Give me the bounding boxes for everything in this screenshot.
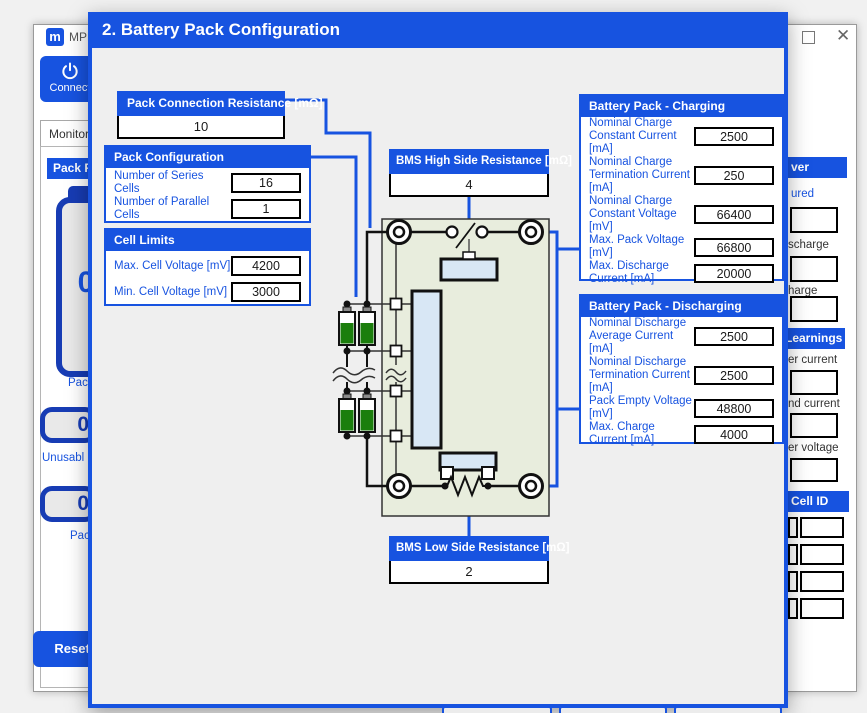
bms-high-side-header: BMS High Side Resistance [mΩ] [389,149,549,174]
bms-low-side-header: BMS Low Side Resistance [mΩ] [389,536,549,561]
charge-constant-current-label: Nominal Charge Constant Current [mA] [589,117,694,156]
parallel-cells-label: Number of Parallel Cells [114,196,231,222]
dialog-title: 2. Battery Pack Configuration [88,12,788,48]
charge-termination-current-field[interactable]: 250 [694,166,774,185]
discharge-average-current-label: Nominal Discharge Average Current [mA] [589,317,694,356]
series-cells-field[interactable]: 16 [231,173,301,193]
battery-cells [339,301,375,440]
pack-connection-field[interactable]: 10 [117,116,285,139]
measured-field[interactable] [790,207,838,233]
current-label-2: nd current [788,398,850,410]
learning-field-1[interactable] [790,370,838,395]
series-cells-label: Number of Series Cells [114,170,231,196]
battery-pack-configuration-dialog: 2. Battery Pack Configuration [88,12,788,708]
cell-id-cell [800,517,844,538]
previous-button[interactable]: Previous [442,706,552,713]
discharge-label: scharge [788,239,846,251]
screen: m MPF4279 ✕ Connect Monitoring Pack Re 0… [0,0,867,713]
discharging-header: Battery Pack - Discharging [581,296,782,317]
discharge-termination-current-field[interactable]: 2500 [694,366,774,385]
measured-label: ured [791,188,843,200]
charge-termination-current-label: Nominal Charge Termination Current [mA] [589,156,694,195]
current-label-1: er current [788,354,848,366]
charge-field[interactable] [790,296,838,322]
charge-constant-voltage-field[interactable]: 66400 [694,205,774,224]
charging-header: Battery Pack - Charging [581,96,782,117]
high-side-fet-block [441,259,497,280]
cell-id-header: Cell ID [786,491,849,512]
parallel-cells-field[interactable]: 1 [231,199,301,219]
maximize-icon[interactable] [802,31,815,44]
cancel-button[interactable]: Cancel [559,706,667,713]
max-pack-voltage-label: Max. Pack Voltage [mV] [589,234,694,260]
cell-limits-header: Cell Limits [106,230,309,251]
mps-logo-icon: m [46,28,64,46]
max-discharge-current-field[interactable]: 20000 [694,264,774,283]
cell-limits-panel: Cell Limits Max. Cell Voltage [mV] 4200 … [104,228,311,306]
cell-id-cell [800,544,844,565]
max-charge-current-field[interactable]: 4000 [694,425,774,444]
cell-id-cell [788,571,798,592]
discharge-termination-current-label: Nominal Discharge Termination Current [m… [589,356,694,395]
close-icon[interactable]: ✕ [836,26,850,46]
power-icon [60,61,80,81]
learnings-header: Learnings [784,328,845,349]
bms-high-side-panel: BMS High Side Resistance [mΩ] 4 [389,149,549,197]
voltage-label: er voltage [788,442,848,454]
bms-low-side-field[interactable]: 2 [389,561,549,584]
max-charge-current-label: Max. Charge Current [mA] [589,421,694,447]
discharging-panel: Battery Pack - Discharging Nominal Disch… [579,294,784,444]
min-cell-voltage-label: Min. Cell Voltage [mV] [114,286,227,299]
pack-empty-voltage-label: Pack Empty Voltage [mV] [589,395,694,421]
cell-id-cell [800,598,844,619]
dialog-body: Pack Connection Resistance [mΩ] 10 Pack … [88,48,788,708]
pack-connection-header: Pack Connection Resistance [mΩ] [117,91,285,116]
pack-empty-voltage-field[interactable]: 48800 [694,399,774,418]
cell-id-cell [788,544,798,565]
learning-field-3[interactable] [790,458,838,482]
discharge-field[interactable] [790,256,838,282]
discharge-average-current-field[interactable]: 2500 [694,327,774,346]
bms-high-side-field[interactable]: 4 [389,174,549,197]
bms-ic-block [412,291,441,448]
unusable-label: Unusabl [42,452,94,464]
max-discharge-current-label: Max. Discharge Current [mA] [589,260,694,286]
cell-id-cell [788,517,798,538]
max-cell-voltage-field[interactable]: 4200 [231,256,301,276]
charge-constant-current-field[interactable]: 2500 [694,127,774,146]
pack-configuration-panel: Pack Configuration Number of Series Cell… [104,145,311,223]
charge-constant-voltage-label: Nominal Charge Constant Voltage [mV] [589,195,694,234]
right-section-header: ver [788,157,847,178]
max-pack-voltage-field[interactable]: 66800 [694,238,774,257]
cell-id-cell [788,598,798,619]
learning-field-2[interactable] [790,413,838,438]
fet-gate-tab [463,252,475,259]
max-cell-voltage-label: Max. Cell Voltage [mV] [114,260,230,273]
bms-low-side-panel: BMS Low Side Resistance [mΩ] 2 [389,536,549,584]
pack-configuration-header: Pack Configuration [106,147,309,168]
next-button[interactable]: Next [674,706,782,713]
charging-panel: Battery Pack - Charging Nominal Charge C… [579,94,784,281]
pack-connection-resistance-panel: Pack Connection Resistance [mΩ] 10 [117,91,285,139]
min-cell-voltage-field[interactable]: 3000 [231,282,301,302]
cell-id-cell [800,571,844,592]
